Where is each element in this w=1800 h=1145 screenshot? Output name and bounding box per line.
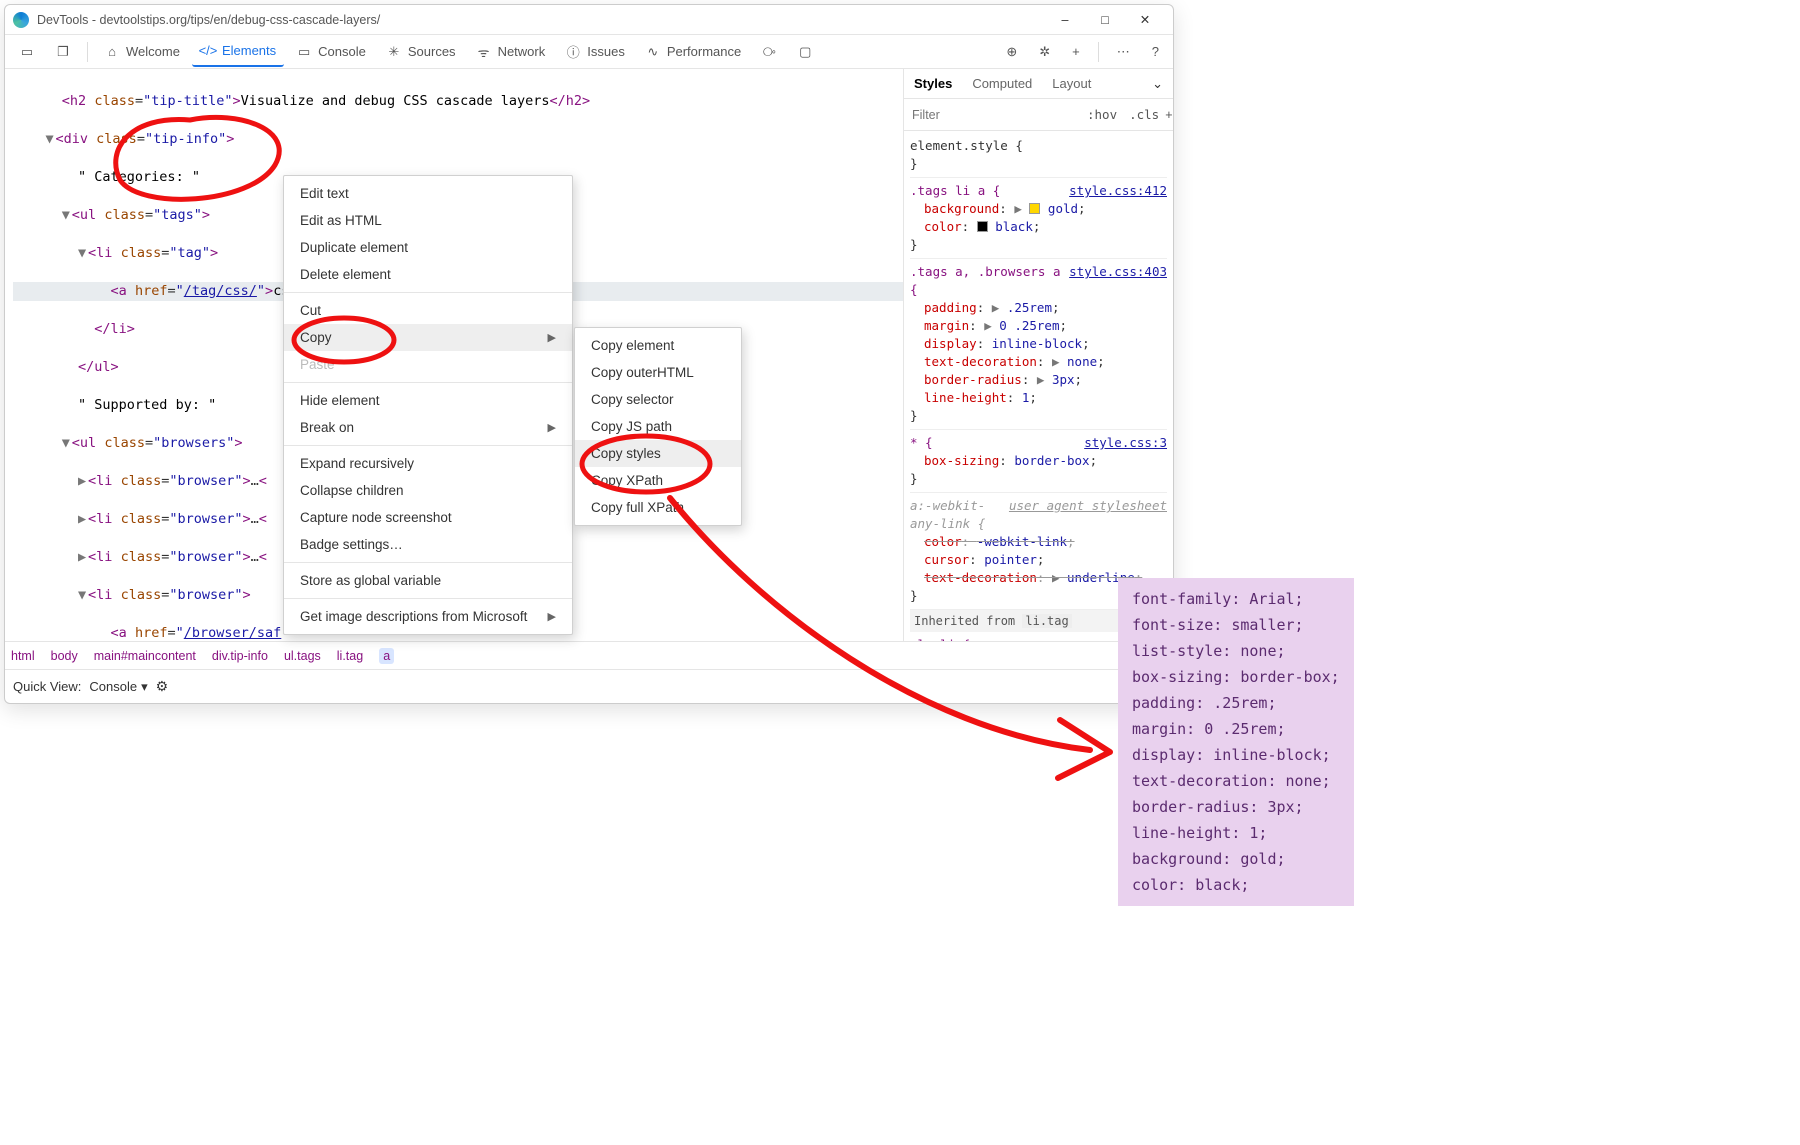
ctx-paste: Paste (284, 351, 572, 378)
copied-styles-callout: font-family: Arial; font-size: smaller; … (1118, 578, 1354, 906)
chevron-right-icon: ▶ (548, 610, 556, 623)
tab-application-icon[interactable]: ▢ (789, 38, 821, 66)
hov-toggle[interactable]: :hov (1081, 103, 1123, 126)
maximize-button[interactable]: □ (1085, 5, 1125, 34)
cls-toggle[interactable]: .cls (1123, 103, 1165, 126)
ctx-copy[interactable]: Copy▶ (284, 324, 572, 351)
ctx-collapse[interactable]: Collapse children (284, 477, 572, 504)
more-tab-1-icon[interactable]: ⊕ (998, 38, 1025, 66)
tab-performance[interactable]: ∿Performance (637, 38, 749, 66)
more-tabs-icon[interactable]: ⌄ (1142, 70, 1173, 98)
rule-source-link[interactable]: style.css:3 (1084, 434, 1167, 452)
ctx-copy-styles[interactable]: Copy styles (575, 440, 741, 467)
window-title: DevTools - devtoolstips.org/tips/en/debu… (37, 13, 380, 27)
inspect-button[interactable]: ▭ (11, 38, 43, 66)
tab-issues[interactable]: ⓘIssues (557, 38, 633, 66)
rule-element-style[interactable]: element.style {} (910, 133, 1167, 178)
ctx-copy-jspath[interactable]: Copy JS path (575, 413, 741, 440)
tab-sources[interactable]: ✳Sources (378, 38, 464, 66)
tab-console[interactable]: ▭Console (288, 38, 374, 66)
tab-elements[interactable]: </>Elements (192, 37, 284, 67)
rule-tags-li-a[interactable]: style.css:412 .tags li a { background: ▶… (910, 178, 1167, 259)
ctx-cut[interactable]: Cut (284, 297, 572, 324)
dom-breadcrumbs: html body main#maincontent div.tip-info … (5, 641, 1173, 669)
quickview-dropdown[interactable]: Console ▾ (89, 679, 147, 695)
ctx-break-on[interactable]: Break on▶ (284, 414, 572, 441)
tab-styles[interactable]: Styles (904, 70, 962, 97)
chevron-down-icon: ▾ (141, 679, 148, 695)
crumb-html[interactable]: html (11, 649, 35, 663)
new-style-rule-icon[interactable]: + (1165, 108, 1172, 122)
crumb-a[interactable]: a (379, 648, 394, 664)
ctx-edit-html[interactable]: Edit as HTML (284, 207, 572, 234)
devtools-window: DevTools - devtoolstips.org/tips/en/debu… (4, 4, 1174, 704)
ctx-duplicate[interactable]: Duplicate element (284, 234, 572, 261)
tab-computed[interactable]: Computed (962, 70, 1042, 97)
ctx-copy-full-xpath[interactable]: Copy full XPath (575, 494, 741, 521)
dom-href-css: /tag/css/ (184, 283, 257, 299)
ctx-img-desc[interactable]: Get image descriptions from Microsoft▶ (284, 603, 572, 630)
chevron-right-icon: ▶ (548, 331, 556, 344)
ctx-delete[interactable]: Delete element (284, 261, 572, 288)
quickview-label: Quick View: (13, 679, 81, 694)
help-icon[interactable]: ? (1144, 38, 1167, 65)
gear-icon[interactable]: ⚙ (156, 678, 169, 695)
crumb-tip-info[interactable]: div.tip-info (212, 649, 268, 663)
close-button[interactable]: ✕ (1125, 5, 1165, 34)
rule-tags-a-browsers-a[interactable]: style.css:403 .tags a, .browsers a { pad… (910, 259, 1167, 430)
dom-href-safari: /browser/saf (184, 625, 282, 641)
styles-pane: Styles Computed Layout ⌄ :hov .cls + ▤ e… (903, 69, 1173, 641)
edge-icon (13, 12, 29, 28)
crumb-ul-tags[interactable]: ul.tags (284, 649, 321, 663)
ctx-store-global[interactable]: Store as global variable (284, 567, 572, 594)
context-menu-copy: Copy element Copy outerHTML Copy selecto… (574, 327, 742, 526)
rule-source-link[interactable]: style.css:412 (1069, 182, 1167, 200)
ctx-copy-element[interactable]: Copy element (575, 332, 741, 359)
ctx-badge[interactable]: Badge settings… (284, 531, 572, 558)
ctx-copy-outerhtml[interactable]: Copy outerHTML (575, 359, 741, 386)
kebab-menu-icon[interactable]: ⋯ (1109, 38, 1138, 66)
rule-source-link[interactable]: style.css:403 (1069, 263, 1167, 281)
more-tab-2-icon[interactable]: ✲ (1031, 38, 1058, 66)
crumb-body[interactable]: body (51, 649, 78, 663)
ctx-hide[interactable]: Hide element (284, 387, 572, 414)
ctx-copy-xpath[interactable]: Copy XPath (575, 467, 741, 494)
tab-memory-icon[interactable]: ⧂ (753, 38, 785, 66)
ctx-copy-selector[interactable]: Copy selector (575, 386, 741, 413)
minimize-button[interactable]: – (1045, 5, 1085, 34)
ctx-expand[interactable]: Expand recursively (284, 450, 572, 477)
ctx-edit-text[interactable]: Edit text (284, 180, 572, 207)
add-tab-button[interactable]: + (1064, 38, 1088, 65)
tab-network[interactable]: ᯤNetwork (468, 38, 554, 66)
devtools-toolbar: ▭ ❐ ⌂Welcome </>Elements ▭Console ✳Sourc… (5, 35, 1173, 69)
tab-welcome[interactable]: ⌂Welcome (96, 38, 188, 66)
crumb-li-tag[interactable]: li.tag (337, 649, 363, 663)
styles-filter-input[interactable] (904, 102, 1081, 128)
ctx-capture[interactable]: Capture node screenshot (284, 504, 572, 531)
quickview-drawer: Quick View: Console ▾ ⚙ (5, 669, 1173, 703)
tab-layout[interactable]: Layout (1042, 70, 1101, 97)
device-button[interactable]: ❐ (47, 38, 79, 66)
crumb-main[interactable]: main#maincontent (94, 649, 196, 663)
window-titlebar: DevTools - devtoolstips.org/tips/en/debu… (5, 5, 1173, 35)
rule-star[interactable]: style.css:3 * { box-sizing: border-box; … (910, 430, 1167, 493)
context-menu-main: Edit text Edit as HTML Duplicate element… (283, 175, 573, 635)
chevron-right-icon: ▶ (548, 421, 556, 434)
